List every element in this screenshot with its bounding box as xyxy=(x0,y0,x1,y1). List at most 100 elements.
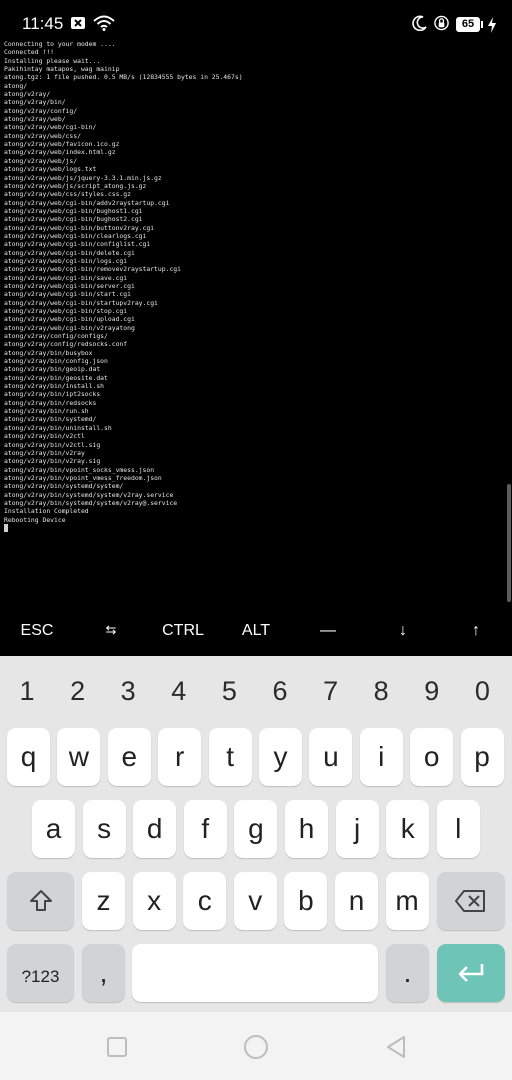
dash-key[interactable]: — xyxy=(313,622,343,646)
letter-key-q[interactable]: q xyxy=(7,728,50,786)
terminal-output[interactable]: Connecting to your modem .... Connected !… xyxy=(4,40,504,620)
terminal-line: Connecting to your modem .... xyxy=(4,40,116,48)
terminal-line: atong/v2ray/web/cgi-bin/logs.cgi xyxy=(4,256,128,265)
soft-keyboard: 1234567890 qwertyuiop asdfghjkl zxcvbnm … xyxy=(0,656,512,1012)
terminal-line: atong/v2ray/bin/config.json xyxy=(4,357,108,366)
terminal-line: atong/v2ray/web/cgi-bin/save.cgi xyxy=(4,273,128,282)
recents-icon[interactable] xyxy=(106,1036,128,1058)
number-key-4[interactable]: 4 xyxy=(159,676,199,707)
terminal-line: atong/v2ray/web/cgi-bin/buttonv2ray.cgi xyxy=(4,223,155,232)
letter-key-t[interactable]: t xyxy=(208,728,252,786)
terminal-line: Pakihintay matapos, wag mainip xyxy=(4,65,120,74)
number-key-3[interactable]: 3 xyxy=(108,676,148,707)
terminal-line: atong/v2ray/web/css/ xyxy=(4,131,81,140)
number-key-0[interactable]: 0 xyxy=(462,676,502,707)
letter-key-c[interactable]: c xyxy=(183,872,227,930)
terminal-cursor xyxy=(4,523,8,532)
terminal-scrollbar[interactable] xyxy=(507,484,511,602)
backspace-icon xyxy=(455,890,485,912)
terminal-line: atong/v2ray/bin/systemd/ xyxy=(4,415,97,424)
terminal-line: atong/v2ray/web/css/styles.css.gz xyxy=(4,190,131,199)
enter-key[interactable] xyxy=(437,944,505,1002)
letter-key-m[interactable]: m xyxy=(385,872,429,930)
letter-key-d[interactable]: d xyxy=(133,800,177,858)
terminal-line: atong/v2ray/bin/systemd/system/v2ray@.se… xyxy=(4,498,178,507)
terminal-line: atong/v2ray/bin/run.sh xyxy=(4,407,89,416)
up-arrow-key[interactable]: ↑ xyxy=(461,622,491,646)
down-arrow-key[interactable]: ↓ xyxy=(388,622,418,646)
letter-key-l[interactable]: l xyxy=(436,800,480,858)
terminal-line: atong/v2ray/bin/busybox xyxy=(4,348,93,357)
terminal-line: atong/v2ray/web/cgi-bin/removev2raystart… xyxy=(4,265,181,274)
number-key-7[interactable]: 7 xyxy=(311,676,351,707)
tab-key[interactable]: ⇆ xyxy=(96,622,126,646)
number-key-6[interactable]: 6 xyxy=(260,676,300,707)
wifi-icon xyxy=(93,15,115,31)
number-key-9[interactable]: 9 xyxy=(412,676,452,707)
letter-key-e[interactable]: e xyxy=(107,728,151,786)
letter-key-b[interactable]: b xyxy=(284,872,328,930)
terminal-line: atong/v2ray/bin/systemd/system/ xyxy=(4,482,124,491)
letter-key-o[interactable]: o xyxy=(410,728,454,786)
terminal-line: atong/v2ray/web/cgi-bin/start.cgi xyxy=(4,290,131,299)
letter-key-u[interactable]: u xyxy=(309,728,353,786)
terminal-line: atong/v2ray/bin/systemd/system/v2ray.ser… xyxy=(4,490,174,499)
letter-key-g[interactable]: g xyxy=(234,800,278,858)
status-bar: 11:45 65 xyxy=(0,0,512,36)
comma-key[interactable]: , xyxy=(82,944,125,1002)
ctrl-key[interactable]: CTRL xyxy=(152,622,214,646)
period-key[interactable]: . xyxy=(386,944,429,1002)
letter-key-a[interactable]: a xyxy=(32,800,75,858)
symbols-key[interactable]: ?123 xyxy=(7,944,74,1002)
letter-key-r[interactable]: r xyxy=(158,728,202,786)
terminal-line: atong/v2ray/web/index.html.gz xyxy=(4,148,116,157)
shift-key[interactable] xyxy=(7,872,74,930)
back-icon[interactable] xyxy=(384,1035,408,1059)
terminal-line: atong/v2ray/bin/geoip.dat xyxy=(4,365,101,374)
letter-key-p[interactable]: p xyxy=(460,728,504,786)
number-key-1[interactable]: 1 xyxy=(7,676,47,707)
enter-icon xyxy=(458,964,484,982)
terminal-line: atong/v2ray/web/cgi-bin/stop.cgi xyxy=(4,307,128,315)
navigation-bar xyxy=(0,1012,512,1080)
letter-key-x[interactable]: x xyxy=(132,872,176,930)
terminal-line: atong/v2ray/web/favicon.ico.gz xyxy=(4,140,120,149)
letter-key-j[interactable]: j xyxy=(335,800,379,858)
terminal-line: atong/v2ray/bin/geosite.dat xyxy=(4,373,108,382)
terminal-line: atong/v2ray/web/js/ xyxy=(4,156,78,165)
number-key-2[interactable]: 2 xyxy=(58,676,98,707)
sim-off-icon xyxy=(71,17,85,29)
terminal-line: atong/v2ray/web/cgi-bin/delete.cgi xyxy=(4,248,135,257)
terminal-line: atong/v2ray/web/cgi-bin/upload.cgi xyxy=(4,315,135,324)
letter-key-k[interactable]: k xyxy=(386,800,430,858)
esc-key[interactable]: ESC xyxy=(12,622,62,646)
letter-key-h[interactable]: h xyxy=(285,800,328,858)
terminal-line: atong/v2ray/config/redsocks.conf xyxy=(4,340,128,349)
terminal-line: atong/v2ray/bin/v2ctl xyxy=(4,432,85,441)
symbols-key-label: ?123 xyxy=(21,967,60,986)
letter-key-w[interactable]: w xyxy=(57,728,101,786)
terminal-line: atong/v2ray/web/ xyxy=(4,115,66,124)
letter-key-s[interactable]: s xyxy=(82,800,126,858)
terminal-line: atong.tgz: 1 file pushed. 0.5 MB/s (1283… xyxy=(4,73,243,82)
letter-key-y[interactable]: y xyxy=(259,728,302,786)
letter-key-z[interactable]: z xyxy=(82,872,125,930)
terminal-line: atong/v2ray/config/ xyxy=(4,106,78,115)
number-key-8[interactable]: 8 xyxy=(361,676,401,707)
backspace-key[interactable] xyxy=(437,872,505,930)
terminal-line: atong/v2ray/web/logs.txt xyxy=(4,165,97,174)
battery-level: 65 xyxy=(456,17,480,32)
home-icon[interactable] xyxy=(243,1034,269,1060)
letter-key-i[interactable]: i xyxy=(359,728,403,786)
letter-key-v[interactable]: v xyxy=(233,872,277,930)
terminal-line: atong/v2ray/bin/ xyxy=(4,98,66,107)
letter-key-n[interactable]: n xyxy=(335,872,378,930)
terminal-line: atong/v2ray/web/cgi-bin/server.cgi xyxy=(4,281,135,290)
space-key[interactable] xyxy=(132,944,378,1002)
terminal-line: atong/v2ray/bin/install.sh xyxy=(4,382,105,391)
number-key-5[interactable]: 5 xyxy=(209,676,249,707)
alt-key[interactable]: ALT xyxy=(234,622,278,646)
period-key-label: . xyxy=(403,957,412,988)
terminal-line: atong/v2ray/bin/ipt2socks xyxy=(4,390,101,399)
letter-key-f[interactable]: f xyxy=(183,800,227,858)
